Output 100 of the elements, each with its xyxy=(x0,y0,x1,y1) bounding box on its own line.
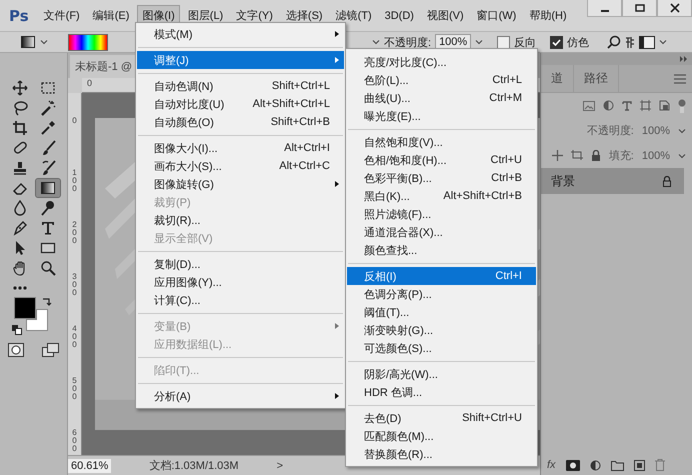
filter-toggle-icon[interactable] xyxy=(678,98,686,112)
menu-bar-item[interactable]: 帮助(H) xyxy=(524,5,572,26)
image-filter-icon[interactable] xyxy=(583,100,595,110)
menu-item[interactable]: 自动颜色(O) Shift+Ctrl+B xyxy=(137,113,344,131)
caret-icon[interactable] xyxy=(40,38,48,46)
menu-item[interactable]: 阈值(T)... xyxy=(347,303,536,321)
menu-item[interactable]: 调整(J) xyxy=(137,51,344,69)
move-icon[interactable] xyxy=(12,80,28,96)
gradient-icon[interactable] xyxy=(20,34,36,50)
caret-icon[interactable] xyxy=(659,38,668,46)
background-color-swatch[interactable] xyxy=(26,309,48,331)
menu-item[interactable]: 分析(A) xyxy=(137,387,344,405)
caret-icon[interactable] xyxy=(678,152,686,160)
menu-item[interactable]: 色彩平衡(B)... Ctrl+B xyxy=(347,169,536,187)
expand-button[interactable]: > xyxy=(276,460,284,472)
menu-bar-item[interactable]: 文字(Y) xyxy=(231,5,278,26)
panel-tab[interactable]: 路径 xyxy=(574,65,619,92)
menu-bar-item[interactable]: 文件(F) xyxy=(38,5,85,26)
folder-icon[interactable] xyxy=(610,460,624,470)
menu-item[interactable]: 画布大小(S)... Alt+Ctrl+C xyxy=(137,157,344,175)
menu-item[interactable]: 渐变映射(G)... xyxy=(347,321,536,339)
default-colors-icon[interactable] xyxy=(12,325,22,335)
document-tab[interactable]: 未标题-1 @ xyxy=(70,55,138,78)
menu-item[interactable]: 色阶(L)... Ctrl+L xyxy=(347,71,536,89)
menu-item[interactable]: 色调分离(P)... xyxy=(347,285,536,303)
menu-item[interactable]: 裁切(R)... xyxy=(137,211,344,229)
caret-icon[interactable] xyxy=(475,38,484,46)
text-tool-icon[interactable] xyxy=(40,220,56,236)
menu-item[interactable]: 颜色查找... xyxy=(347,241,536,259)
mask-icon[interactable] xyxy=(566,460,580,470)
screen-mode-icon[interactable] xyxy=(42,343,60,357)
menu-item[interactable]: 自然饱和度(V)... xyxy=(347,133,536,151)
menu-item[interactable]: 反相(I) Ctrl+I xyxy=(347,267,536,285)
history-brush-icon[interactable] xyxy=(40,160,56,176)
eyedropper-icon[interactable] xyxy=(40,120,56,136)
menu-bar-item[interactable]: 滤镜(T) xyxy=(330,5,377,26)
menu-item[interactable]: 模式(M) xyxy=(137,25,344,43)
menu-item[interactable]: 曲线(U)... Ctrl+M xyxy=(347,89,536,107)
crop-icon[interactable] xyxy=(12,120,28,136)
menu-icon[interactable] xyxy=(674,74,686,84)
menu-item[interactable]: 通道混合器(X)... xyxy=(347,223,536,241)
lock-icon[interactable] xyxy=(590,150,601,161)
foreground-color-swatch[interactable] xyxy=(14,297,36,319)
new-layer-icon[interactable] xyxy=(634,460,645,470)
menu-bar-item[interactable]: 视图(V) xyxy=(422,5,469,26)
fx-button[interactable]: fx xyxy=(547,459,556,471)
search-icon[interactable] xyxy=(607,35,622,49)
smart-object-filter-icon[interactable] xyxy=(659,100,670,111)
swap-icon[interactable] xyxy=(42,297,52,307)
menu-item[interactable]: 自动对比度(U) Alt+Shift+Ctrl+L xyxy=(137,95,344,113)
zoom-icon[interactable] xyxy=(40,260,56,276)
stamp-icon[interactable] xyxy=(12,160,28,176)
menu-bar-item[interactable]: 3D(D) xyxy=(380,6,419,24)
menu-bar-item[interactable]: 窗口(W) xyxy=(472,5,522,26)
close-button[interactable] xyxy=(657,0,692,17)
adjustment-icon[interactable] xyxy=(590,460,601,470)
maximize-button[interactable] xyxy=(622,0,657,17)
menu-item[interactable]: 可选颜色(S)... xyxy=(347,339,536,357)
menu-item[interactable]: 替换颜色(R)... xyxy=(347,445,536,463)
caret-icon[interactable] xyxy=(678,126,686,134)
menu-item[interactable]: 复制(D)... xyxy=(137,255,344,273)
zoom-field[interactable]: 60.61% xyxy=(68,458,112,472)
checkbox[interactable] xyxy=(497,36,510,48)
menu-item[interactable]: 应用图像(Y)... xyxy=(137,273,344,291)
menu-item[interactable]: 自动色调(N) Shift+Ctrl+L xyxy=(137,77,344,95)
pen-icon[interactable] xyxy=(12,220,28,236)
minimize-button[interactable] xyxy=(587,0,622,17)
menu-bar-item[interactable]: 图层(L) xyxy=(182,5,228,26)
type-filter-icon[interactable] xyxy=(622,100,632,110)
menu-item[interactable]: HDR 色调... xyxy=(347,383,536,401)
quick-mask-icon[interactable] xyxy=(8,343,24,357)
menu-item[interactable]: 图像旋转(G) xyxy=(137,175,344,193)
bandage-icon[interactable] xyxy=(12,140,28,156)
fill-field[interactable]: 100% xyxy=(642,150,670,162)
menu-bar-item[interactable]: 选择(S) xyxy=(280,5,328,26)
opacity-field[interactable]: 100% xyxy=(642,124,670,136)
move-icon[interactable] xyxy=(552,150,563,161)
layer-row[interactable]: 背景 xyxy=(541,168,684,194)
menu-item[interactable]: 曝光度(E)... xyxy=(347,107,536,125)
adjustment-filter-icon[interactable] xyxy=(603,100,614,111)
menu-item[interactable]: 图像大小(I)... Alt+Ctrl+I xyxy=(137,139,344,157)
magic-wand-icon[interactable] xyxy=(40,100,56,116)
menu-item[interactable]: 亮度/对比度(C)... xyxy=(347,53,536,71)
menu-item[interactable]: 照片滤镜(F)... xyxy=(347,205,536,223)
gradient-icon[interactable] xyxy=(40,180,56,196)
hand-icon[interactable] xyxy=(12,260,28,276)
dodge-icon[interactable] xyxy=(40,200,56,216)
gradient-swatch[interactable] xyxy=(68,34,108,50)
panel-tab[interactable]: 道 xyxy=(541,65,574,92)
panel-icon[interactable] xyxy=(639,36,656,48)
more-tools-icon[interactable] xyxy=(12,285,28,291)
caret-icon[interactable] xyxy=(372,38,380,46)
menu-item[interactable]: 色相/饱和度(H)... Ctrl+U xyxy=(347,151,536,169)
rectangle-icon[interactable] xyxy=(40,240,56,256)
collapse-icon[interactable] xyxy=(680,56,688,62)
menu-item[interactable]: 黑白(K)... Alt+Shift+Ctrl+B xyxy=(347,187,536,205)
drop-icon[interactable] xyxy=(12,200,28,216)
shape-filter-icon[interactable] xyxy=(640,100,651,111)
lasso-icon[interactable] xyxy=(12,100,28,116)
menu-item[interactable]: 匹配颜色(M)... xyxy=(347,427,536,445)
